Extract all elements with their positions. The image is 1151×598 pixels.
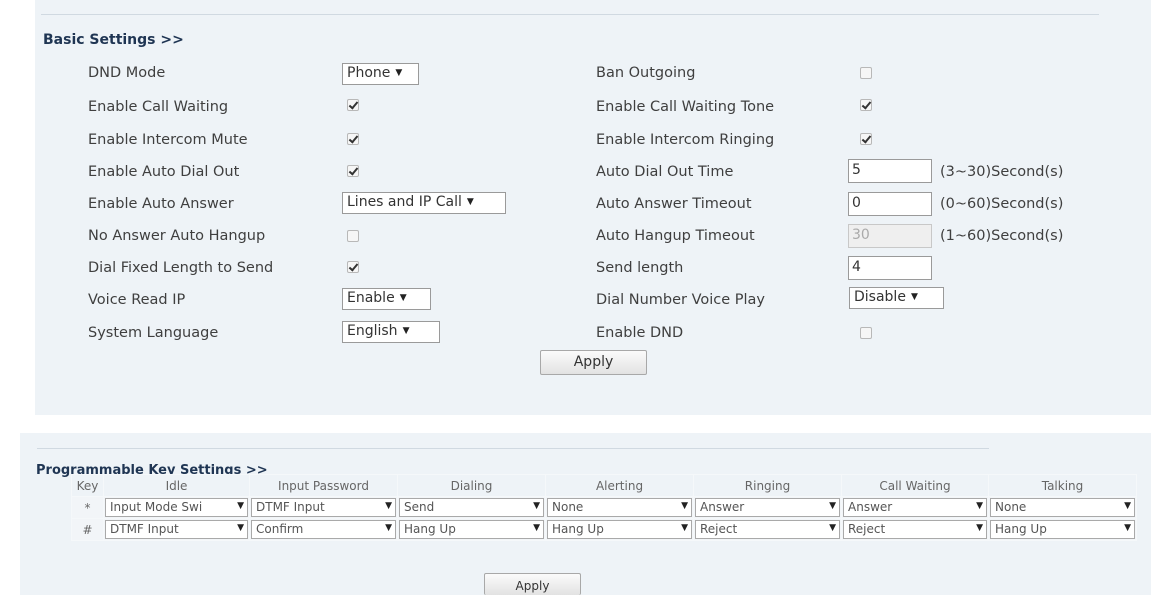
keys-apply-button[interactable]: Apply [484,573,581,595]
header-key: Key [71,474,104,497]
star-talking-select[interactable]: None ▼ [990,498,1135,517]
header-dialing: Dialing [397,474,546,497]
hash-call-waiting-select[interactable]: Reject ▼ [843,520,987,539]
chevron-down-icon: ▼ [1124,501,1131,511]
intercom-mute-label: Enable Intercom Mute [88,132,248,148]
chevron-down-icon: ▼ [829,523,836,533]
ban-outgoing-checkbox[interactable] [860,67,872,79]
call-waiting-tone-label: Enable Call Waiting Tone [596,99,775,115]
header-talking: Talking [988,474,1137,497]
voice-read-ip-select[interactable]: Enable ▼ [342,288,431,310]
header-idle: Idle [103,474,250,497]
auto-answer-label: Enable Auto Answer [88,196,234,212]
hash-idle-select[interactable]: DTMF Input ▼ [105,520,248,539]
no-answer-hangup-label: No Answer Auto Hangup [88,228,266,244]
hash-talking-select[interactable]: Hang Up ▼ [990,520,1135,539]
star-ringing-select[interactable]: Answer ▼ [695,498,840,517]
star-alerting-select[interactable]: None ▼ [547,498,692,517]
table-header-row: Key Idle Input Password Dialing Alerting… [71,474,1137,497]
table-row: * Input Mode Swi ▼ DTMF Input ▼ Send ▼ None… [71,496,1137,519]
system-language-select[interactable]: English ▼ [342,321,440,343]
chevron-down-icon: ▼ [466,197,474,207]
auto-dial-out-time-label: Auto Dial Out Time [596,164,734,180]
header-input-password: Input Password [249,474,398,497]
intercom-ringing-label: Enable Intercom Ringing [596,132,775,148]
auto-dial-out-label: Enable Auto Dial Out [88,164,240,180]
auto-hangup-timeout-unit: (1~60)Second(s) [940,228,1064,244]
table-row: # DTMF Input ▼ Confirm ▼ Hang Up ▼ Hang Up ▼… [71,518,1137,541]
system-language-label: System Language [88,325,219,341]
send-length-input[interactable]: 4 [848,256,932,280]
hash-input-password-select[interactable]: Confirm ▼ [251,520,396,539]
header-call-waiting: Call Waiting [841,474,989,497]
auto-answer-timeout-input[interactable]: 0 [848,192,932,216]
hash-dialing-select[interactable]: Hang Up ▼ [399,520,544,539]
chevron-down-icon: ▼ [533,501,540,511]
auto-dial-out-time-input[interactable]: 5 [848,159,932,183]
send-length-label: Send length [596,260,684,276]
auto-answer-select[interactable]: Lines and IP Call ▼ [342,192,506,214]
chevron-down-icon: ▼ [829,501,836,511]
header-ringing: Ringing [693,474,842,497]
call-waiting-checkbox[interactable] [347,99,359,111]
chevron-down-icon: ▼ [395,68,403,78]
intercom-ringing-checkbox[interactable] [860,133,872,145]
call-waiting-tone-checkbox[interactable] [860,99,872,111]
key-cell: * [71,496,104,519]
key-settings-table: Key Idle Input Password Dialing Alerting… [71,474,1137,541]
chevron-down-icon: ▼ [1124,523,1131,533]
dial-fixed-length-label: Dial Fixed Length to Send [88,260,274,276]
star-input-password-select[interactable]: DTMF Input ▼ [251,498,396,517]
basic-apply-button[interactable]: Apply [540,350,647,375]
dnd-mode-select[interactable]: Phone ▼ [342,63,419,85]
auto-dial-out-checkbox[interactable] [347,165,359,177]
enable-dnd-checkbox[interactable] [860,327,872,339]
ban-outgoing-label: Ban Outgoing [596,65,696,81]
chevron-down-icon: ▼ [399,293,407,303]
voice-read-ip-label: Voice Read IP [88,292,186,308]
auto-answer-timeout-unit: (0~60)Second(s) [940,196,1064,212]
top-divider [41,14,1099,15]
star-dialing-select[interactable]: Send ▼ [399,498,544,517]
chevron-down-icon: ▼ [976,501,983,511]
chevron-down-icon: ▼ [910,292,918,302]
chevron-down-icon: ▼ [385,501,392,511]
intercom-mute-checkbox[interactable] [347,133,359,145]
dnd-mode-label: DND Mode [88,65,166,81]
basic-settings-title: Basic Settings >> [43,32,184,48]
key-divider [37,448,989,449]
star-call-waiting-select[interactable]: Answer ▼ [843,498,987,517]
star-idle-select[interactable]: Input Mode Swi ▼ [105,498,248,517]
dial-number-voice-label: Dial Number Voice Play [596,292,766,308]
hash-alerting-select[interactable]: Hang Up ▼ [547,520,692,539]
dial-number-voice-select[interactable]: Disable ▼ [849,287,944,309]
call-waiting-label: Enable Call Waiting [88,99,229,115]
hash-ringing-select[interactable]: Reject ▼ [695,520,840,539]
auto-hangup-timeout-label: Auto Hangup Timeout [596,228,755,244]
chevron-down-icon: ▼ [533,523,540,533]
header-alerting: Alerting [545,474,694,497]
key-cell: # [71,518,104,541]
chevron-down-icon: ▼ [237,501,244,511]
chevron-down-icon: ▼ [402,326,410,336]
chevron-down-icon: ▼ [681,523,688,533]
auto-answer-timeout-label: Auto Answer Timeout [596,196,752,212]
chevron-down-icon: ▼ [976,523,983,533]
auto-dial-out-time-unit: (3~30)Second(s) [940,164,1064,180]
chevron-down-icon: ▼ [237,523,244,533]
no-answer-hangup-checkbox[interactable] [347,230,359,242]
dial-fixed-length-checkbox[interactable] [347,261,359,273]
auto-hangup-timeout-input: 30 [848,224,932,248]
chevron-down-icon: ▼ [681,501,688,511]
enable-dnd-label: Enable DND [596,325,684,341]
chevron-down-icon: ▼ [385,523,392,533]
